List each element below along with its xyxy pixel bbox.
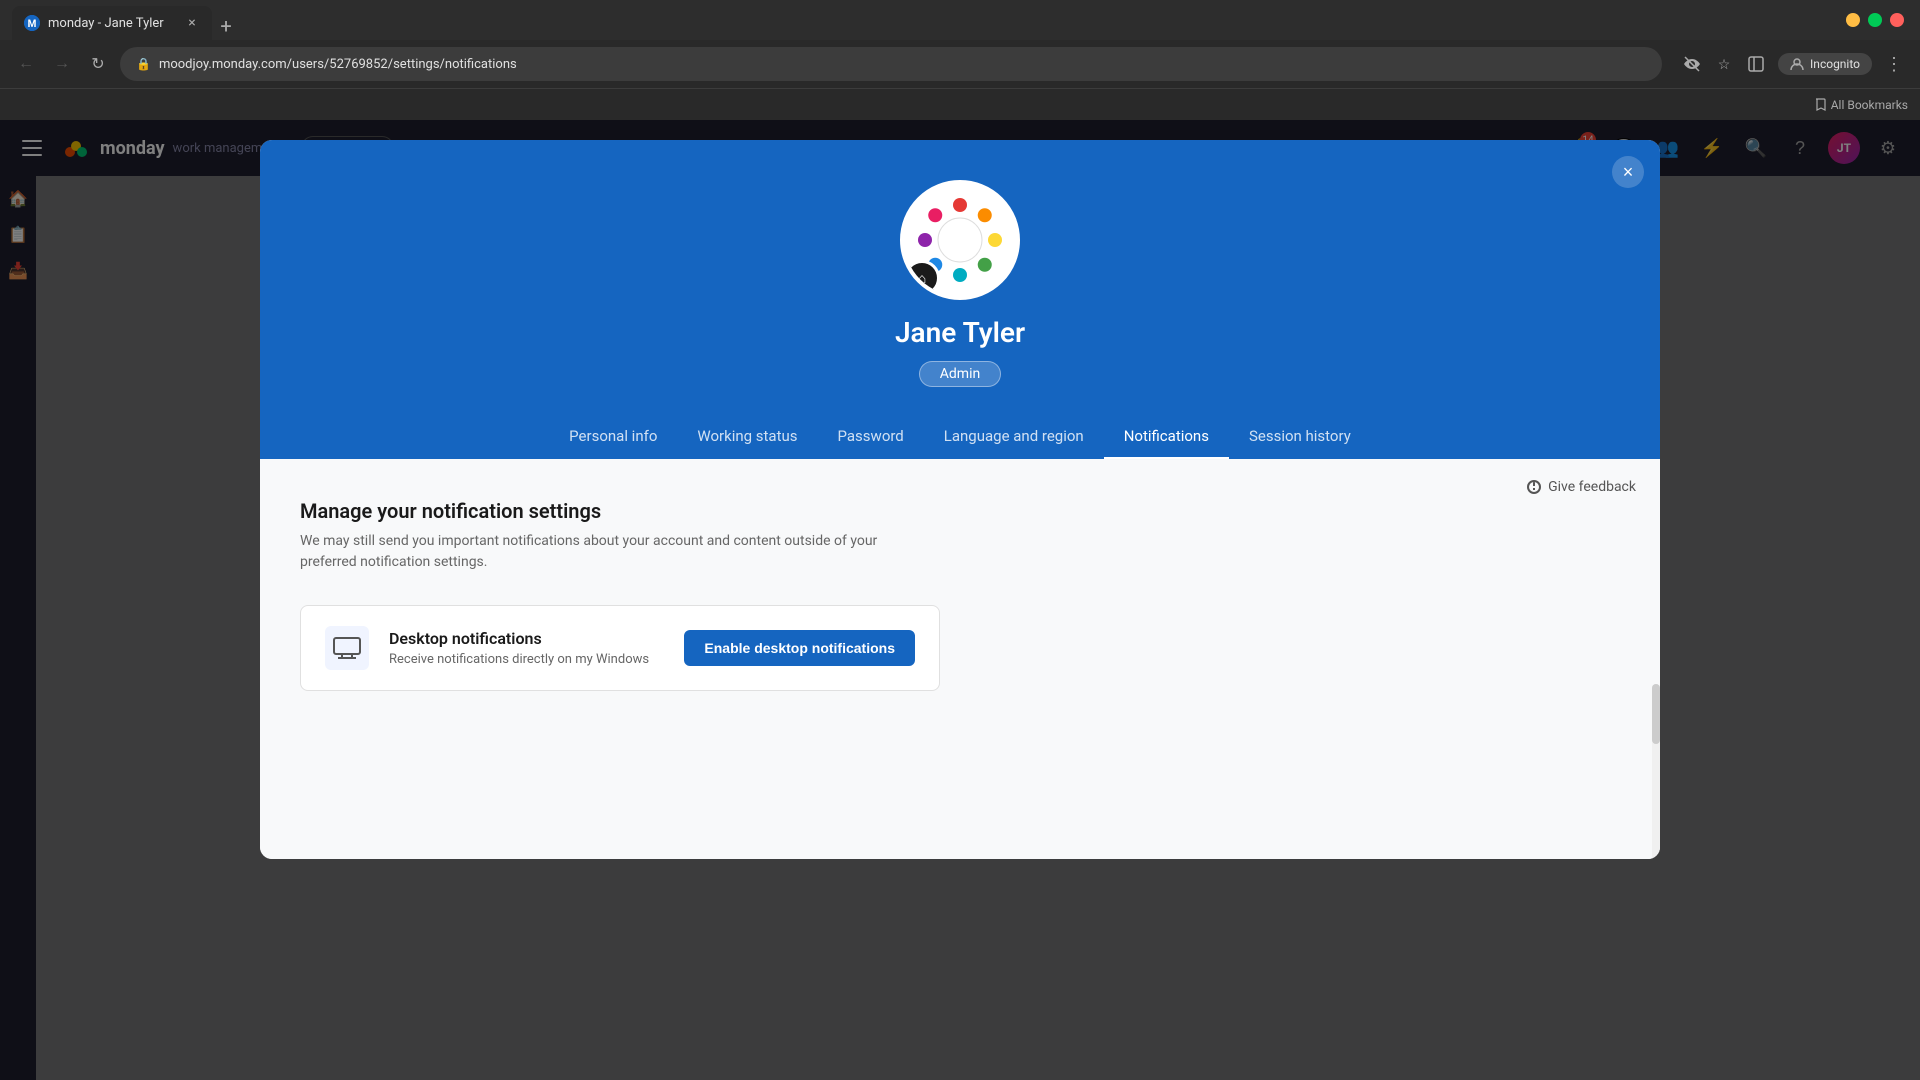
sidebar-toggle-button[interactable] [1742, 50, 1770, 78]
window-close-button[interactable]: × [1890, 13, 1904, 27]
tab-personal-info[interactable]: Personal info [549, 415, 677, 459]
section-description: We may still send you important notifica… [300, 531, 920, 573]
home-icon: ⌂ [918, 270, 926, 287]
avatar-container: ⌂ [900, 180, 1020, 300]
lock-icon: 🔒 [136, 57, 151, 71]
window-maximize-button[interactable]: □ [1868, 13, 1882, 27]
modal-overlay: × [0, 120, 1920, 1080]
tab-close-button[interactable]: × [184, 15, 200, 31]
eye-slash-icon[interactable] [1678, 50, 1706, 78]
modal-close-button[interactable]: × [1612, 156, 1644, 188]
address-bar[interactable]: 🔒 moodjoy.monday.com/users/52769852/sett… [120, 47, 1662, 81]
refresh-button[interactable]: ↻ [84, 50, 112, 78]
back-button[interactable]: ← [12, 50, 40, 78]
home-badge: ⌂ [904, 260, 940, 296]
toolbar-icons: ☆ [1678, 50, 1770, 78]
browser-menu-button[interactable]: ⋮ [1880, 50, 1908, 78]
forward-button[interactable]: → [48, 50, 76, 78]
bookmarks-bar: All Bookmarks [0, 88, 1920, 120]
tab-title: monday - Jane Tyler [48, 16, 176, 31]
desktop-notifications-title: Desktop notifications [389, 629, 664, 648]
tab-working-status[interactable]: Working status [677, 415, 817, 459]
desktop-notifications-card: Desktop notifications Receive notificati… [300, 605, 940, 691]
active-tab[interactable]: M monday - Jane Tyler × [12, 6, 212, 40]
give-feedback-button[interactable]: Give feedback [1526, 479, 1636, 495]
browser-toolbar: ← → ↻ 🔒 moodjoy.monday.com/users/5276985… [0, 40, 1920, 88]
profile-modal: × [260, 140, 1660, 859]
tab-password[interactable]: Password [818, 415, 924, 459]
new-tab-button[interactable]: + [212, 12, 240, 40]
profile-name: Jane Tyler [895, 316, 1025, 349]
incognito-label: Incognito [1810, 57, 1860, 71]
enable-desktop-notifications-button[interactable]: Enable desktop notifications [684, 630, 915, 666]
tab-session-history[interactable]: Session history [1229, 415, 1371, 459]
profile-content: Give feedback Manage your notification s… [260, 459, 1660, 859]
desktop-notifications-info: Desktop notifications Receive notificati… [389, 629, 664, 667]
window-minimize-button[interactable]: — [1846, 13, 1860, 27]
tab-favicon: M [24, 15, 40, 31]
desktop-notifications-desc: Receive notifications directly on my Win… [389, 652, 664, 667]
desktop-icon [325, 626, 369, 670]
bookmarks-label: All Bookmarks [1831, 98, 1908, 112]
profile-header: ⌂ Jane Tyler Admin Personal info Working… [260, 140, 1660, 459]
incognito-button[interactable]: Incognito [1778, 53, 1872, 75]
all-bookmarks[interactable]: All Bookmarks [1813, 98, 1908, 112]
tab-notifications[interactable]: Notifications [1104, 415, 1229, 459]
star-icon[interactable]: ☆ [1710, 50, 1738, 78]
tab-language-region[interactable]: Language and region [924, 415, 1104, 459]
give-feedback-label: Give feedback [1548, 479, 1636, 495]
profile-nav: Personal info Working status Password La… [549, 415, 1371, 459]
address-text: moodjoy.monday.com/users/52769852/settin… [159, 57, 1646, 72]
admin-badge: Admin [919, 361, 1001, 387]
section-title: Manage your notification settings [300, 499, 1620, 523]
svg-text:M: M [28, 19, 37, 30]
